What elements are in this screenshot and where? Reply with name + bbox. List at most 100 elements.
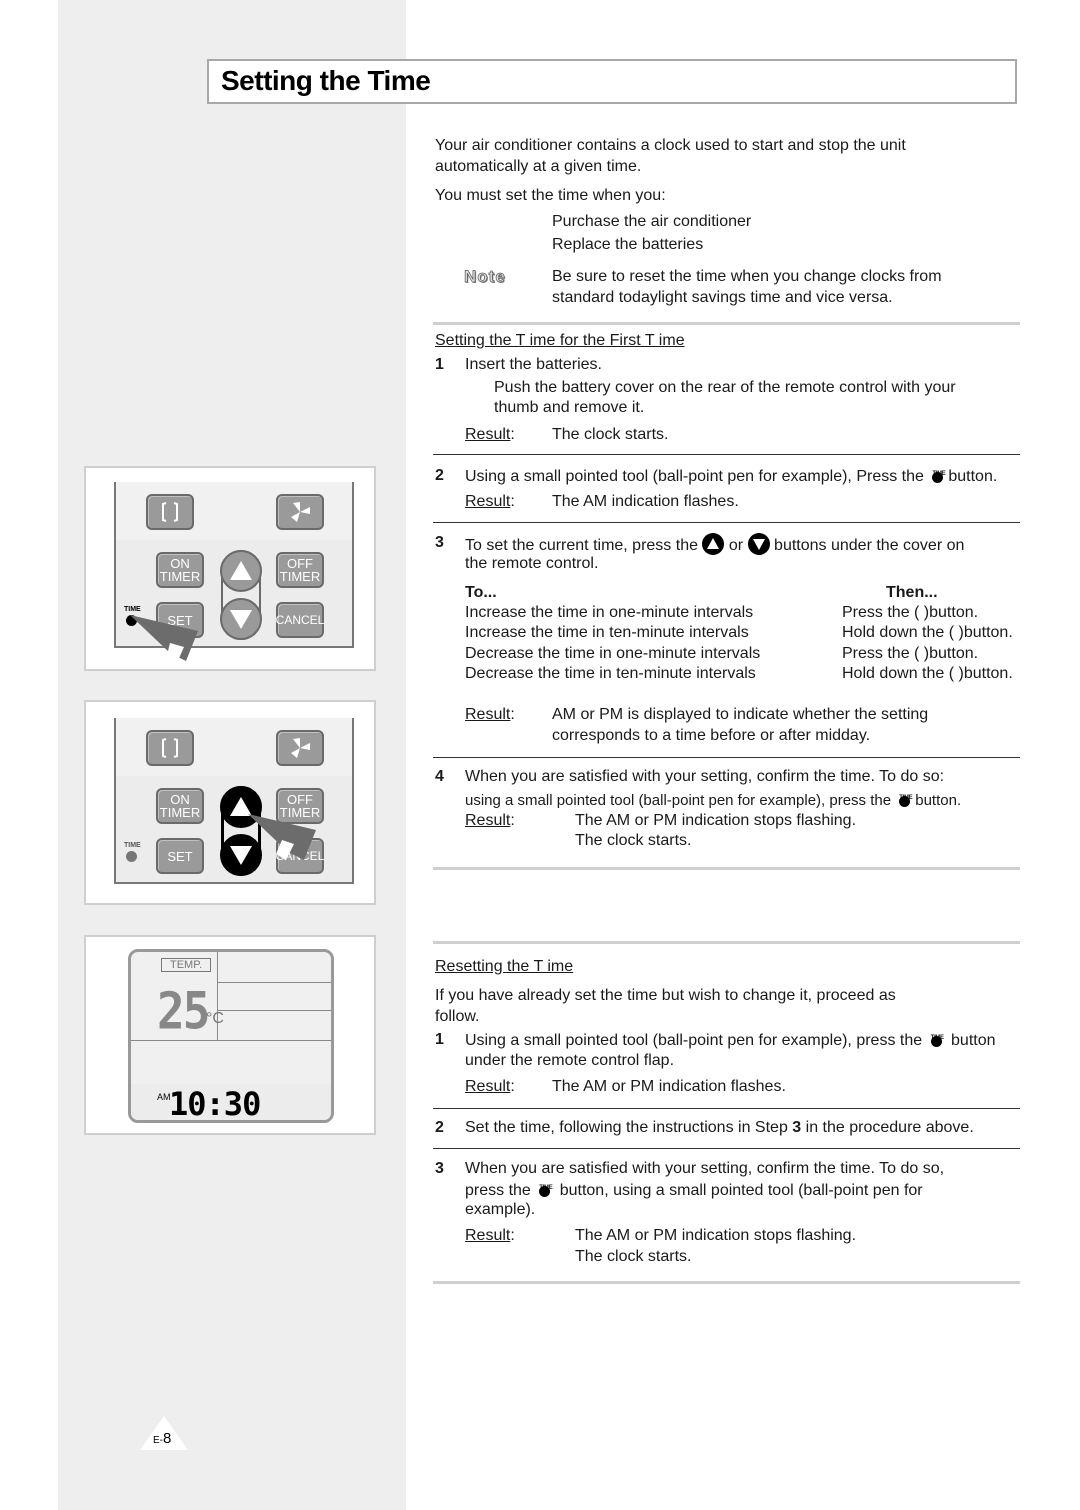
time-button-icon: TIME: [537, 1180, 553, 1198]
divider: [433, 322, 1020, 325]
table-row-to: Increase the time in ten-minute interval…: [465, 624, 749, 641]
step-detail: thumb and remove it.: [494, 399, 645, 416]
section-heading: Setting the T ime for the First T ime: [435, 332, 685, 349]
off-timer-button: OFF TIMER: [276, 552, 324, 588]
step-text: Insert the batteries.: [465, 356, 602, 373]
step-number: 1: [435, 1031, 444, 1048]
divider: [433, 1148, 1020, 1149]
time-button-icon: TIME: [897, 790, 913, 808]
note-label: Note: [464, 267, 506, 287]
divider: [433, 454, 1020, 455]
bullet-item: Purchase the air conditioner: [552, 213, 752, 230]
intro-text: You must set the time when you:: [435, 187, 666, 204]
button-label: CANCEL: [275, 612, 325, 627]
divider: [433, 941, 1020, 944]
result-label: Result:: [465, 1078, 515, 1095]
intro-text: If you have already set the time but wis…: [435, 987, 896, 1004]
step-detail: Push the battery cover on the rear of th…: [494, 379, 956, 396]
result-label: Result:: [465, 706, 515, 723]
temperature-unit: °C: [206, 1010, 224, 1027]
step-text: When you are satisfied with your setting…: [465, 1160, 945, 1177]
table-row-then: Hold down the ( )button.: [842, 624, 1013, 641]
step-text: Using a small pointed tool (ball-point p…: [465, 1030, 996, 1051]
result-label: Result:: [465, 493, 515, 510]
step-number: 2: [435, 467, 444, 484]
result-label: Result:: [465, 812, 515, 829]
swing-button: [146, 494, 194, 530]
result-label: Result:: [465, 1227, 515, 1244]
step-text: example).: [465, 1201, 536, 1218]
fan-button: [276, 730, 324, 766]
remote-illustration-time: ON TIMER OFF TIMER SET CANCEL TIME: [84, 466, 376, 671]
time-button-icon: TIME: [929, 1030, 945, 1048]
step-number: 3: [435, 534, 444, 551]
step-text: press the TIME button, using a small poi…: [465, 1180, 923, 1201]
step-number: 3: [435, 1160, 444, 1177]
page-number-prefix: E-: [153, 1435, 163, 1446]
step-text-part: button: [951, 1032, 996, 1049]
result-text: The clock starts.: [552, 426, 669, 443]
step-text: To set the current time, press the or bu…: [465, 533, 964, 556]
down-button: [220, 598, 262, 640]
table-row-to: Decrease the time in ten-minute interval…: [465, 665, 756, 682]
step-text: Set the time, following the instructions…: [465, 1118, 974, 1138]
divider: [433, 867, 1020, 870]
step-text-part: Set the time, following the instructions…: [465, 1119, 788, 1136]
pen-pointer-icon: [248, 814, 316, 860]
clock-readout: 10:30: [169, 1085, 261, 1123]
intro-text: automatically at a given time.: [435, 158, 642, 175]
table-row-then: Hold down the ( )button.: [842, 665, 1013, 682]
step-text-part: using a small pointed tool (ball-point p…: [465, 792, 892, 809]
page-number: E-8: [140, 1416, 188, 1450]
table-row-then: Press the ( )button.: [842, 645, 979, 662]
divider: [433, 1108, 1020, 1109]
result-label: Result:: [465, 426, 515, 443]
result-text: The AM or PM indication stops flashing.: [575, 1227, 857, 1244]
on-timer-button: ON TIMER: [156, 788, 204, 824]
table-row-then: Press the ( )button.: [842, 604, 979, 621]
swing-button: [146, 730, 194, 766]
result-text: The clock starts.: [575, 1248, 692, 1265]
table-row-to: Decrease the time in one-minute interval…: [465, 645, 761, 662]
bullet-item: Replace the batteries: [552, 236, 704, 253]
temp-label: TEMP.: [161, 958, 212, 972]
result-label-text: Result: [465, 493, 511, 510]
result-text: The AM indication flashes.: [552, 493, 739, 510]
lcd-illustration: TEMP. 25 °C AM 10:30: [84, 935, 376, 1135]
fan-button: [276, 494, 324, 530]
note-text: standard todaylight savings time and vic…: [552, 289, 893, 306]
step-text: When you are satisfied with your setting…: [465, 768, 945, 785]
step-number: 1: [435, 356, 444, 373]
result-text: The AM or PM indication stops flashing.: [575, 812, 857, 829]
result-text: AM or PM is displayed to indicate whethe…: [552, 706, 929, 723]
table-header-then: Then...: [886, 584, 938, 601]
swing-icon: [162, 738, 178, 758]
step-text-part: in the procedure above.: [805, 1119, 974, 1136]
result-label-text: Result: [465, 706, 511, 723]
step-text-part: button, using a small pointed tool (ball…: [559, 1182, 923, 1199]
result-text: corresponds to a time before or after mi…: [552, 727, 871, 744]
down-arrow-button-icon: [747, 533, 770, 555]
section-heading: Resetting the T ime: [435, 958, 574, 975]
table-header-to: To...: [465, 584, 497, 601]
remote-illustration-arrows: ON TIMER OFF TIMER SET CANCEL TIME: [84, 700, 376, 905]
page-title: Setting the Time: [221, 65, 431, 96]
page-number-value: 8: [163, 1430, 172, 1447]
result-label-text: Result: [465, 1078, 511, 1095]
step-text-part: Using a small pointed tool (ball-point p…: [465, 468, 924, 485]
step-text: the remote control.: [465, 555, 599, 572]
cancel-button: CANCEL: [276, 602, 324, 638]
time-label: TIME: [124, 842, 141, 849]
step-text-part: or: [728, 537, 744, 554]
step-text: under the remote control flap.: [465, 1052, 675, 1069]
swing-icon: [162, 502, 178, 522]
fan-icon: [291, 738, 310, 758]
result-text: The AM or PM indication flashes.: [552, 1078, 786, 1095]
pen-pointer-icon: [130, 615, 198, 665]
divider: [433, 1281, 1020, 1284]
time-button-icon: TIME: [930, 466, 946, 484]
temperature-readout: 25: [157, 981, 210, 1041]
result-text: The clock starts.: [575, 832, 692, 849]
step-text: using a small pointed tool (ball-point p…: [465, 790, 961, 811]
table-row-to: Increase the time in one-minute interval…: [465, 604, 754, 621]
